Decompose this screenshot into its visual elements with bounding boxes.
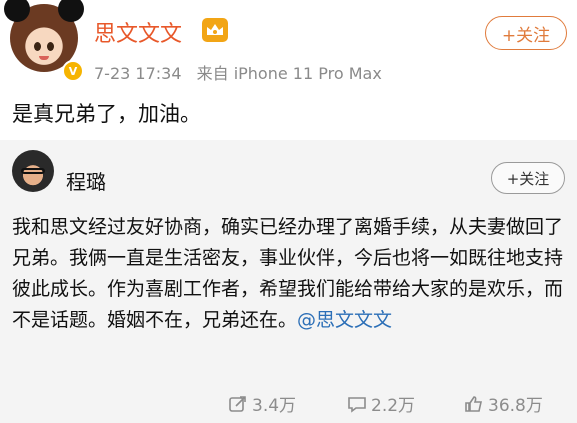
- post-text: 是真兄弟了，加油。: [12, 102, 201, 126]
- comment-count: 2.2万: [371, 396, 416, 416]
- repost-follow-button[interactable]: +关注: [491, 162, 565, 194]
- author-name[interactable]: 思文文文: [94, 16, 182, 48]
- avatar-glasses: [21, 168, 45, 174]
- repost-author-name[interactable]: 程璐: [66, 166, 106, 195]
- action-bar: 3.4万 2.2万 36.8万: [0, 385, 577, 421]
- mouse-ear-right: [58, 0, 84, 22]
- repost-count: 3.4万: [252, 396, 297, 416]
- repost-icon: [229, 395, 246, 412]
- thumbs-up-icon: [465, 395, 482, 412]
- avatar-mouth: [39, 56, 49, 60]
- follow-button[interactable]: +关注: [485, 16, 567, 50]
- repost-card[interactable]: 程璐 +关注 我和思文经过友好协商，确实已经办理了离婚手续，从夫妻做回了兄弟。我…: [0, 140, 577, 423]
- crown-icon: [202, 18, 228, 42]
- avatar-eye-right: [47, 42, 54, 51]
- mouse-ear-left: [4, 0, 30, 22]
- avatar-eye-left: [34, 42, 41, 51]
- repost-author-avatar[interactable]: [12, 150, 54, 192]
- repost-action[interactable]: 3.4万: [228, 391, 296, 416]
- comment-icon: [348, 396, 366, 413]
- post-timestamp: 7-23 17:34: [94, 64, 182, 83]
- verified-badge-icon: V: [62, 60, 84, 82]
- repost-body: 我和思文经过友好协商，确实已经办理了离婚手续，从夫妻做回了兄弟。我俩一直是生活密…: [12, 216, 564, 331]
- mention-link[interactable]: @思文文文: [297, 309, 392, 331]
- comment-action[interactable]: 2.2万: [347, 391, 415, 416]
- like-action[interactable]: 36.8万: [464, 391, 543, 416]
- post-source: 来自 iPhone 11 Pro Max: [196, 64, 382, 83]
- post-meta: 7-23 17:34 来自 iPhone 11 Pro Max: [94, 60, 392, 84]
- post-header: V 思文文文 7-23 17:34 来自 iPhone 11 Pro Max +…: [0, 0, 577, 92]
- like-count: 36.8万: [488, 396, 543, 416]
- author-avatar[interactable]: V: [4, 0, 84, 82]
- repost-text: 我和思文经过友好协商，确实已经办理了离婚手续，从夫妻做回了兄弟。我俩一直是生活密…: [12, 212, 567, 336]
